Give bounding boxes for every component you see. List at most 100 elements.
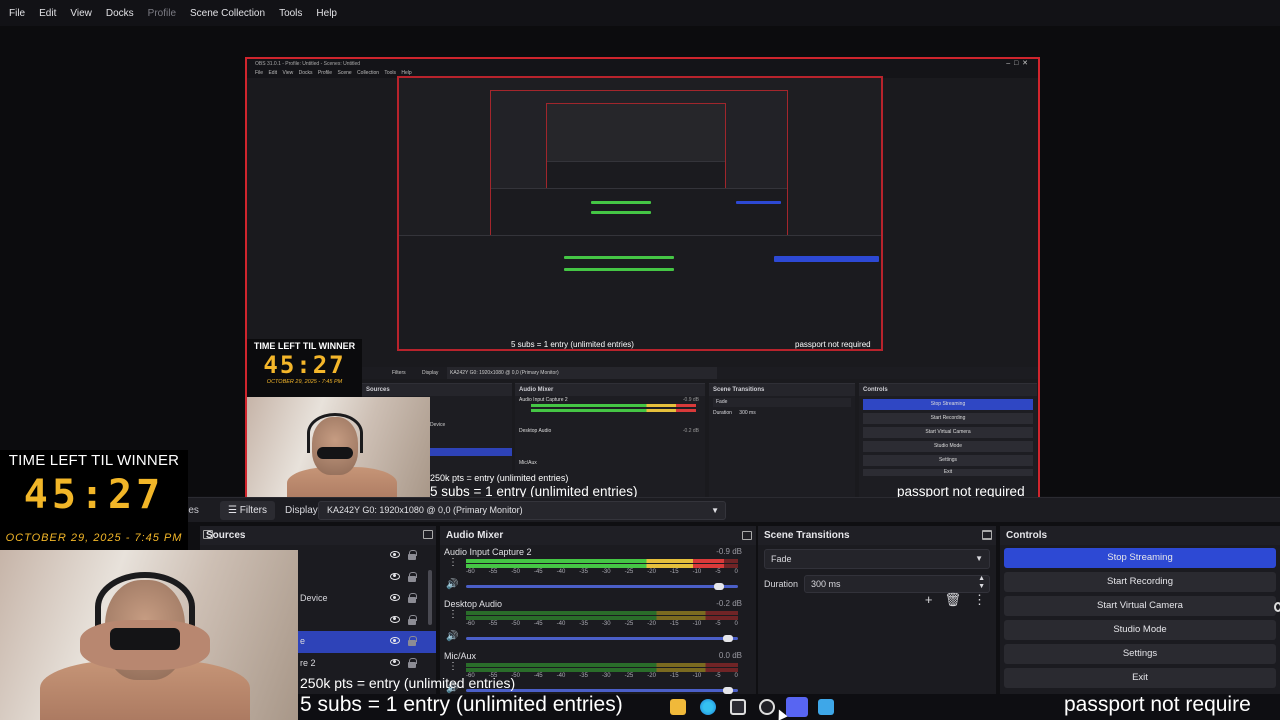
transitions-header: Scene Transitions [758,526,996,545]
stop-streaming-button[interactable]: Stop Streaming [1004,548,1276,568]
menu-dots-icon[interactable]: ⋮ [973,592,986,608]
transition-select-value: Fade [771,554,792,564]
volume-knob[interactable] [722,635,733,642]
duration-input-value: 300 ms [811,579,841,589]
eye-icon[interactable] [390,551,400,558]
db-scale-tick: -20 [647,569,656,575]
sources-scrollbar[interactable] [428,570,432,625]
menu-dots-icon[interactable]: ⋮ [448,557,458,568]
volume-slider[interactable] [466,583,738,590]
spinner-icon[interactable]: ▲ ▼ [978,575,985,591]
duration-input[interactable]: 300 ms ▲ ▼ [804,575,990,593]
volume-knob[interactable] [722,687,733,694]
menu-edit[interactable]: Edit [32,8,63,19]
menu-dots-icon[interactable]: ⋮ [448,609,458,620]
channel-db: 0.0 dB [718,651,742,660]
controls-title: Controls [1006,530,1048,541]
eye-icon[interactable] [390,572,400,580]
inner-source-device: Device [430,422,446,428]
inner-timer-date: OCTOBER 29, 2025 - 7:45 PM [266,379,343,385]
menu-scene-collection[interactable]: Scene Collection [183,8,272,19]
studio-mode-button[interactable]: Studio Mode [1004,620,1276,640]
lock-icon[interactable] [408,657,417,668]
lock-icon[interactable] [408,550,417,560]
filters-button[interactable]: ☰ Filters [220,501,275,520]
source-label: Device [300,593,328,603]
menu-tools[interactable]: Tools [272,8,309,19]
inner-studio-mode: Studio Mode [863,441,1033,452]
channel-name: Audio Input Capture 2 [444,547,532,557]
menu-help[interactable]: Help [309,8,344,19]
sources-header: Sources [200,526,436,545]
notepad-icon[interactable] [818,699,834,715]
start-virtual-camera-button[interactable]: Start Virtual Camera [1004,596,1276,616]
trash-icon[interactable]: 🗑 [944,592,961,608]
add-icon[interactable]: + [925,592,933,608]
inner-meter-1 [531,404,696,407]
inner-filters: Filters [392,370,406,376]
countdown-count: 45:27 [23,472,165,518]
db-scale-tick: -45 [533,569,543,575]
db-scale-tick: -25 [624,621,634,627]
transition-select[interactable]: Fade ▼ [764,549,990,569]
menu-view[interactable]: View [63,8,99,19]
inner-exit: Exit [863,469,1033,476]
inner-duration-label: Duration [713,410,732,416]
speaker-icon[interactable]: 🔊 [446,631,458,642]
filter-icon: ☰ [228,505,240,516]
chevron-down-icon: ▼ [711,506,719,515]
eye-icon[interactable] [390,594,400,601]
discord-icon[interactable] [786,697,808,717]
db-scale-tick: -35 [579,569,588,575]
captured-title: OBS 31.0.1 - Profile: Untitled - Scenes:… [255,61,361,67]
db-scale-tick: -30 [601,569,611,575]
menu-profile[interactable]: Profile [141,8,183,19]
level-meter [466,663,738,667]
volume-slider[interactable] [466,635,738,642]
db-scale-tick: -5 [715,569,721,575]
volume-knob[interactable] [714,583,725,590]
inner-ch2-name: Desktop Audio [519,428,552,434]
channel-db: -0.2 dB [716,599,742,608]
countdown-date: OCTOBER 29, 2025 - 7:45 PM [5,532,183,544]
preview-canvas[interactable]: OBS 31.0.1 - Profile: Untitled - Scenes:… [0,26,1280,501]
lock-icon[interactable] [408,614,417,625]
sources-undock-icon[interactable] [203,530,213,539]
lock-icon[interactable] [408,593,417,603]
filters-label: Filters [239,505,267,516]
db-scale-tick: -45 [533,621,543,627]
eye-icon[interactable] [390,637,400,644]
speaker-icon[interactable]: 🔊 [446,579,458,590]
store-icon[interactable] [730,699,746,715]
exit-button[interactable]: Exit [1004,668,1276,688]
nested-caption-subs: 5 subs = 1 entry (unlimited entries) [511,340,634,349]
edge-icon[interactable] [700,699,716,715]
db-scale-tick: -5 [715,621,721,627]
mixer-undock-icon[interactable] [423,530,433,539]
menu-dots-icon[interactable]: ⋮ [448,661,458,672]
menu-docks[interactable]: Docks [99,8,141,19]
virtual-camera-gear-icon[interactable] [1274,602,1280,612]
level-meter [466,611,738,615]
controls-header: Controls [1000,526,1280,545]
scene-transitions-dock: Scene Transitions Fade ▼ Duration 300 ms… [758,526,996,694]
lock-icon[interactable] [408,571,417,582]
transitions-undock-icon[interactable] [982,530,992,539]
undock-icon[interactable] [742,531,752,540]
obs-icon[interactable] [759,699,775,715]
nested-preview-2 [490,90,788,259]
display-capture-source[interactable]: OBS 31.0.1 - Profile: Untitled - Scenes:… [245,57,1040,501]
inner-duration-row: Duration 300 ms [713,409,851,418]
lock-icon[interactable] [408,636,417,646]
settings-button[interactable]: Settings [1004,644,1276,664]
eye-icon[interactable] [390,658,400,666]
inner-display: Display [422,370,439,376]
inner-ch1-name: Audio Input Capture 2 [519,397,568,403]
menu-file[interactable]: File [2,8,32,19]
display-select[interactable]: KA242Y G0: 1920x1080 @ 0,0 (Primary Moni… [318,501,726,520]
start-recording-button[interactable]: Start Recording [1004,572,1276,592]
file-explorer-icon[interactable] [670,699,686,715]
mixer-channel: Desktop Audio -0.2 dB ⋮ -60 -55 -50 -45 -40 -35-… [440,597,756,649]
preview-toolbar: rties ☰ Filters Display KA242Y G0: 1920x… [0,497,1280,522]
eye-icon[interactable] [390,615,400,623]
